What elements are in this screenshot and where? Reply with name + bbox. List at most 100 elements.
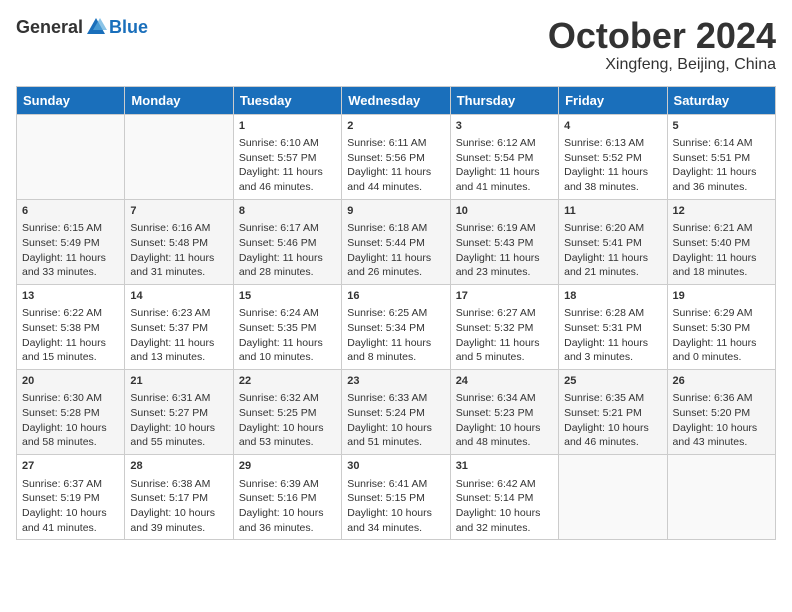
daylight-text: Daylight: 11 hours and 5 minutes.	[456, 337, 540, 364]
sunset-text: Sunset: 5:49 PM	[22, 237, 100, 249]
daylight-text: Daylight: 11 hours and 41 minutes.	[456, 166, 540, 193]
sunrise-text: Sunrise: 6:16 AM	[130, 222, 210, 234]
daylight-text: Daylight: 11 hours and 3 minutes.	[564, 337, 648, 364]
day-number: 12	[673, 204, 770, 219]
day-number: 21	[130, 374, 227, 389]
sunset-text: Sunset: 5:56 PM	[347, 152, 425, 164]
day-number: 15	[239, 289, 336, 304]
calendar-cell: 6Sunrise: 6:15 AMSunset: 5:49 PMDaylight…	[17, 199, 125, 284]
day-number: 7	[130, 204, 227, 219]
daylight-text: Daylight: 11 hours and 0 minutes.	[673, 337, 757, 364]
logo: General Blue	[16, 16, 148, 38]
daylight-text: Daylight: 11 hours and 13 minutes.	[130, 337, 214, 364]
day-number: 3	[456, 119, 553, 134]
daylight-text: Daylight: 11 hours and 33 minutes.	[22, 252, 106, 279]
day-number: 5	[673, 119, 770, 134]
sunrise-text: Sunrise: 6:13 AM	[564, 137, 644, 149]
sunrise-text: Sunrise: 6:41 AM	[347, 478, 427, 490]
daylight-text: Daylight: 11 hours and 38 minutes.	[564, 166, 648, 193]
weekday-header-saturday: Saturday	[667, 86, 775, 114]
logo-general: General	[16, 17, 83, 38]
sunset-text: Sunset: 5:48 PM	[130, 237, 208, 249]
cell-content: 4Sunrise: 6:13 AMSunset: 5:52 PMDaylight…	[564, 119, 661, 195]
day-number: 9	[347, 204, 444, 219]
sunrise-text: Sunrise: 6:12 AM	[456, 137, 536, 149]
sunset-text: Sunset: 5:23 PM	[456, 407, 534, 419]
day-number: 8	[239, 204, 336, 219]
calendar-cell: 15Sunrise: 6:24 AMSunset: 5:35 PMDayligh…	[233, 284, 341, 369]
page-header: General Blue October 2024 Xingfeng, Beij…	[16, 16, 776, 74]
calendar-cell: 14Sunrise: 6:23 AMSunset: 5:37 PMDayligh…	[125, 284, 233, 369]
sunset-text: Sunset: 5:15 PM	[347, 492, 425, 504]
calendar-cell: 17Sunrise: 6:27 AMSunset: 5:32 PMDayligh…	[450, 284, 558, 369]
cell-content: 30Sunrise: 6:41 AMSunset: 5:15 PMDayligh…	[347, 459, 444, 535]
sunset-text: Sunset: 5:46 PM	[239, 237, 317, 249]
calendar-cell: 4Sunrise: 6:13 AMSunset: 5:52 PMDaylight…	[559, 114, 667, 199]
day-number: 16	[347, 289, 444, 304]
sunrise-text: Sunrise: 6:38 AM	[130, 478, 210, 490]
sunrise-text: Sunrise: 6:17 AM	[239, 222, 319, 234]
sunrise-text: Sunrise: 6:29 AM	[673, 307, 753, 319]
sunrise-text: Sunrise: 6:31 AM	[130, 392, 210, 404]
calendar-body: 1Sunrise: 6:10 AMSunset: 5:57 PMDaylight…	[17, 114, 776, 540]
calendar-cell	[125, 114, 233, 199]
daylight-text: Daylight: 11 hours and 26 minutes.	[347, 252, 431, 279]
calendar-cell: 8Sunrise: 6:17 AMSunset: 5:46 PMDaylight…	[233, 199, 341, 284]
calendar-cell: 31Sunrise: 6:42 AMSunset: 5:14 PMDayligh…	[450, 455, 558, 540]
sunset-text: Sunset: 5:19 PM	[22, 492, 100, 504]
calendar-cell: 18Sunrise: 6:28 AMSunset: 5:31 PMDayligh…	[559, 284, 667, 369]
cell-content: 31Sunrise: 6:42 AMSunset: 5:14 PMDayligh…	[456, 459, 553, 535]
daylight-text: Daylight: 11 hours and 21 minutes.	[564, 252, 648, 279]
daylight-text: Daylight: 10 hours and 46 minutes.	[564, 422, 649, 449]
cell-content: 24Sunrise: 6:34 AMSunset: 5:23 PMDayligh…	[456, 374, 553, 450]
sunrise-text: Sunrise: 6:37 AM	[22, 478, 102, 490]
calendar-cell: 16Sunrise: 6:25 AMSunset: 5:34 PMDayligh…	[342, 284, 450, 369]
sunrise-text: Sunrise: 6:19 AM	[456, 222, 536, 234]
sunset-text: Sunset: 5:24 PM	[347, 407, 425, 419]
daylight-text: Daylight: 11 hours and 31 minutes.	[130, 252, 214, 279]
cell-content: 15Sunrise: 6:24 AMSunset: 5:35 PMDayligh…	[239, 289, 336, 365]
cell-content: 17Sunrise: 6:27 AMSunset: 5:32 PMDayligh…	[456, 289, 553, 365]
sunrise-text: Sunrise: 6:42 AM	[456, 478, 536, 490]
day-number: 2	[347, 119, 444, 134]
sunrise-text: Sunrise: 6:20 AM	[564, 222, 644, 234]
day-number: 1	[239, 119, 336, 134]
sunset-text: Sunset: 5:34 PM	[347, 322, 425, 334]
cell-content: 19Sunrise: 6:29 AMSunset: 5:30 PMDayligh…	[673, 289, 770, 365]
calendar-cell: 24Sunrise: 6:34 AMSunset: 5:23 PMDayligh…	[450, 370, 558, 455]
sunrise-text: Sunrise: 6:22 AM	[22, 307, 102, 319]
calendar-cell	[667, 455, 775, 540]
day-number: 25	[564, 374, 661, 389]
sunrise-text: Sunrise: 6:39 AM	[239, 478, 319, 490]
sunset-text: Sunset: 5:40 PM	[673, 237, 751, 249]
cell-content: 29Sunrise: 6:39 AMSunset: 5:16 PMDayligh…	[239, 459, 336, 535]
calendar-cell: 30Sunrise: 6:41 AMSunset: 5:15 PMDayligh…	[342, 455, 450, 540]
day-number: 24	[456, 374, 553, 389]
day-number: 26	[673, 374, 770, 389]
weekday-header-thursday: Thursday	[450, 86, 558, 114]
week-row-3: 13Sunrise: 6:22 AMSunset: 5:38 PMDayligh…	[17, 284, 776, 369]
month-title: October 2024	[548, 16, 776, 56]
day-number: 11	[564, 204, 661, 219]
sunrise-text: Sunrise: 6:25 AM	[347, 307, 427, 319]
daylight-text: Daylight: 11 hours and 10 minutes.	[239, 337, 323, 364]
sunset-text: Sunset: 5:51 PM	[673, 152, 751, 164]
weekday-header-sunday: Sunday	[17, 86, 125, 114]
cell-content: 28Sunrise: 6:38 AMSunset: 5:17 PMDayligh…	[130, 459, 227, 535]
calendar-cell: 27Sunrise: 6:37 AMSunset: 5:19 PMDayligh…	[17, 455, 125, 540]
weekday-header-friday: Friday	[559, 86, 667, 114]
sunset-text: Sunset: 5:28 PM	[22, 407, 100, 419]
cell-content: 1Sunrise: 6:10 AMSunset: 5:57 PMDaylight…	[239, 119, 336, 195]
calendar-cell: 29Sunrise: 6:39 AMSunset: 5:16 PMDayligh…	[233, 455, 341, 540]
calendar-cell: 19Sunrise: 6:29 AMSunset: 5:30 PMDayligh…	[667, 284, 775, 369]
cell-content: 6Sunrise: 6:15 AMSunset: 5:49 PMDaylight…	[22, 204, 119, 280]
day-number: 29	[239, 459, 336, 474]
sunrise-text: Sunrise: 6:10 AM	[239, 137, 319, 149]
calendar-cell: 13Sunrise: 6:22 AMSunset: 5:38 PMDayligh…	[17, 284, 125, 369]
day-number: 28	[130, 459, 227, 474]
sunrise-text: Sunrise: 6:28 AM	[564, 307, 644, 319]
day-number: 20	[22, 374, 119, 389]
cell-content: 20Sunrise: 6:30 AMSunset: 5:28 PMDayligh…	[22, 374, 119, 450]
day-number: 14	[130, 289, 227, 304]
logo-icon	[85, 16, 107, 38]
